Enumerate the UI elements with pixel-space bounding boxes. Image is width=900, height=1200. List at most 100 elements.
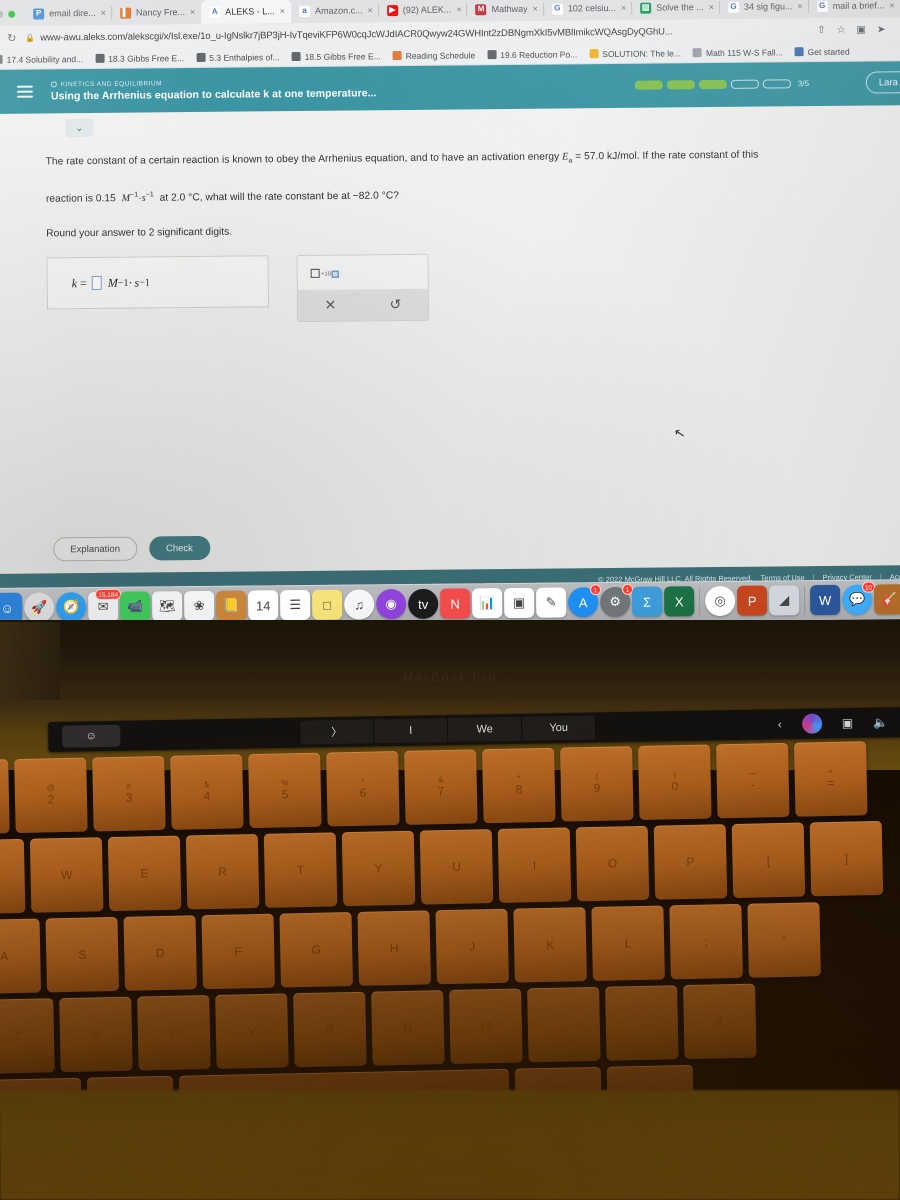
share-icon[interactable]: ⇧ — [817, 24, 825, 35]
key-b[interactable]: B — [293, 991, 367, 1068]
music-icon[interactable]: ♫ — [344, 589, 375, 620]
browser-tab[interactable]: a Amazon.c... × — [291, 0, 379, 23]
undo-icon[interactable]: ↺ — [375, 296, 415, 313]
key-1[interactable]: !1 — [0, 759, 10, 835]
key-/[interactable]: / — [683, 983, 757, 1060]
key-q[interactable]: Q — [0, 838, 26, 915]
close-window-button[interactable] — [0, 10, 4, 18]
hamburger-menu-icon[interactable] — [16, 85, 33, 98]
appletv-icon[interactable]: tv — [408, 588, 439, 619]
browser-tab[interactable]: Gmail a brief... × — [809, 0, 900, 18]
podcasts-icon[interactable]: ◉ — [376, 589, 407, 620]
tab-close-icon[interactable]: × — [456, 4, 461, 14]
key-u[interactable]: U — [419, 829, 494, 905]
key-2[interactable]: @2 — [14, 757, 88, 834]
tab-close-icon[interactable]: × — [889, 0, 894, 10]
key-p[interactable]: P — [653, 824, 728, 900]
bookmark-item[interactable]: 18.3 Gibbs Free E... — [95, 53, 184, 64]
browser-tab[interactable]: ▶ (92) ALEK... × — [379, 0, 468, 22]
finder-icon[interactable]: ☺ — [0, 592, 23, 623]
photos-stack-icon[interactable]: ✉ 15,184 — [88, 588, 122, 623]
key-o[interactable]: O — [575, 825, 650, 902]
window-controls[interactable] — [0, 10, 25, 26]
emoji-key[interactable]: ☺ — [62, 724, 121, 748]
key-l[interactable]: L — [591, 905, 665, 982]
tab-close-icon[interactable]: × — [101, 8, 106, 18]
key-;[interactable]: ; — [669, 903, 743, 980]
reload-button[interactable]: ↻ — [7, 31, 16, 44]
key-'[interactable]: ' — [747, 902, 821, 978]
facetime-icon[interactable]: 📹 — [120, 591, 151, 622]
volume-icon[interactable]: 🔈 — [873, 715, 888, 729]
key-=[interactable]: + = — [793, 741, 868, 817]
key-4[interactable]: $4 — [170, 754, 244, 830]
profile-icon[interactable]: ➤ — [877, 24, 885, 35]
contacts-icon[interactable]: 📒 — [216, 590, 247, 621]
address-bar[interactable]: 🔒 www-awu.aleks.com/alekscgi/x/Isl.exe/1… — [25, 25, 808, 44]
bookmark-item[interactable]: Reading Schedule — [392, 50, 475, 61]
key-f[interactable]: F — [201, 913, 276, 990]
key-e[interactable]: E — [107, 835, 182, 912]
word-icon[interactable]: W — [810, 584, 841, 616]
key-w[interactable]: W — [29, 837, 104, 913]
key-v[interactable]: V — [215, 993, 289, 1069]
key-a[interactable]: A — [0, 918, 42, 995]
pages-icon[interactable]: ✎ — [536, 587, 567, 618]
key-d[interactable]: D — [123, 915, 198, 991]
system-preferences-icon[interactable]: ⚙ 1 — [600, 583, 634, 618]
tab-close-icon[interactable]: × — [709, 2, 714, 12]
browser-tab[interactable]: A ALEKS - L... × — [201, 0, 292, 24]
answer-input-box[interactable]: k = M −1 · s −1 — [46, 255, 270, 310]
bookmark-item[interactable]: SOLUTION: The le... — [589, 48, 681, 59]
key-][interactable]: ] — [809, 820, 884, 897]
scientific-notation-button[interactable]: ×10 — [310, 268, 339, 278]
key-3[interactable]: #3 — [92, 755, 166, 832]
key-z[interactable]: Z — [0, 998, 55, 1074]
browser-tab[interactable]: Pemail dire... × — [25, 1, 112, 26]
bookmark-item[interactable]: Get started — [794, 46, 850, 57]
tab-close-icon[interactable]: × — [280, 6, 285, 16]
bookmark-item[interactable]: Math 115 W-S Fall... — [692, 47, 783, 58]
bookmark-item[interactable]: 19.6 Reduction Po... — [487, 49, 577, 60]
maximize-window-button[interactable] — [8, 10, 16, 18]
user-menu-button[interactable]: Lara — [865, 71, 900, 94]
key-.[interactable]: . — [605, 985, 679, 1061]
key-5[interactable]: % 5 — [248, 752, 322, 829]
tab-close-icon[interactable]: × — [368, 5, 373, 15]
bookmark-item[interactable]: 5.3 Enthalpies of... — [196, 52, 280, 63]
key-h[interactable]: H — [357, 910, 431, 986]
answer-input-slot[interactable] — [91, 276, 102, 291]
bookmark-star-icon[interactable]: ☆ — [836, 24, 845, 35]
tab-close-icon[interactable]: × — [533, 4, 538, 14]
notes-icon[interactable]: □ — [312, 589, 343, 620]
key-7[interactable]: & 7 — [404, 749, 478, 825]
browser-tab[interactable]: G 102 celsiu... × — [544, 0, 633, 21]
extensions-icon[interactable]: ▣ — [856, 24, 866, 35]
bookmark-item[interactable]: 18.5 Gibbs Free E... — [291, 51, 381, 62]
powerpoint-icon[interactable]: P — [737, 585, 768, 616]
photos-icon[interactable]: ❀ — [184, 590, 215, 622]
messages-icon[interactable]: 💬 10 — [842, 581, 876, 615]
maps-icon[interactable]: 🗺 — [152, 591, 183, 622]
garageband-icon[interactable]: 🎸 — [874, 584, 900, 615]
tab-close-icon[interactable]: × — [190, 7, 195, 17]
explanation-button[interactable]: Explanation — [53, 536, 138, 562]
tab-close-icon[interactable]: × — [797, 1, 802, 11]
key-[[interactable]: [ — [731, 822, 806, 899]
key-6[interactable]: ^ 6 — [326, 751, 400, 827]
check-button[interactable]: Check — [148, 535, 211, 561]
key-y[interactable]: Y — [341, 830, 416, 907]
key-0[interactable]: ) 0 — [638, 744, 712, 820]
numbers-icon[interactable]: 📊 — [472, 588, 503, 619]
keynote-icon[interactable]: ▣ — [504, 587, 535, 619]
clear-icon[interactable]: ✕ — [310, 297, 350, 314]
calendar-icon[interactable]: 14 — [248, 590, 279, 621]
bookmark-item[interactable]: 17.4 Solubility and... — [0, 54, 83, 65]
key-j[interactable]: J — [435, 908, 509, 985]
browser-tab[interactable]: ▤ Solve the ... × — [632, 0, 720, 20]
predictive-text-option[interactable]: I — [374, 718, 449, 744]
key-s[interactable]: S — [45, 916, 120, 993]
key-g[interactable]: G — [279, 912, 353, 988]
back-chevron-icon[interactable]: ‹ — [778, 717, 782, 731]
menu-icon[interactable]: ⋮ — [896, 24, 900, 35]
